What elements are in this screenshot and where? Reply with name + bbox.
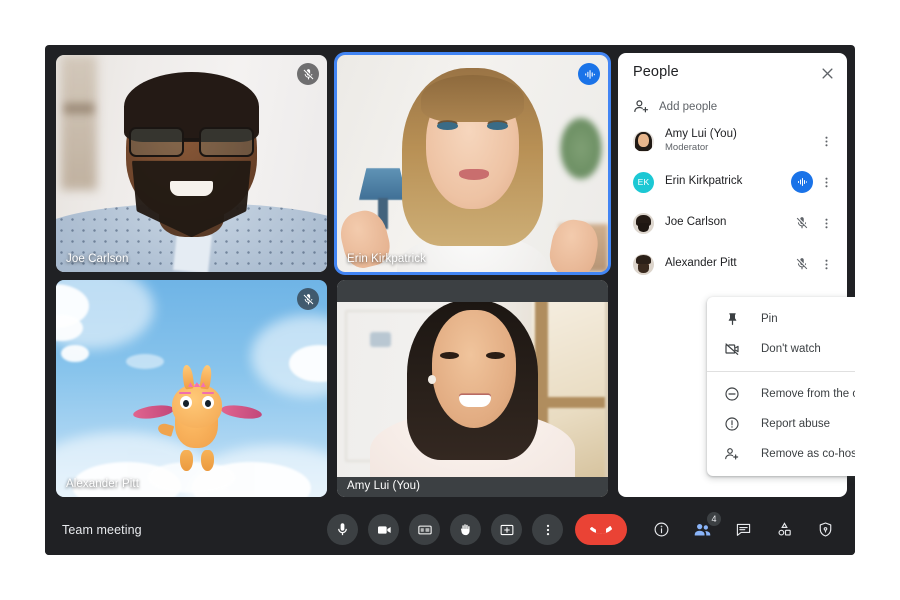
raise-hand-button[interactable] (450, 514, 481, 545)
participant-context-menu: Pin Don't watch Remove from the call (707, 297, 855, 476)
people-button[interactable]: 4 (692, 512, 721, 539)
person-name: Amy Lui (You) (665, 128, 737, 141)
menu-divider (707, 371, 855, 372)
tile-name-label: Erin Kirkpatrick (347, 253, 426, 265)
list-item[interactable]: Amy Lui (You) Moderator (618, 126, 847, 156)
video-off-icon (721, 338, 743, 360)
avatar (633, 253, 654, 275)
menu-item-label: Don't watch (761, 343, 821, 355)
meeting-details-button[interactable] (651, 519, 671, 539)
page-title: People (633, 64, 679, 80)
video-tile-grid: Joe Carlson Erin Kirkpatrick Alexander P… (45, 45, 618, 505)
person-name: Alexander Pitt (665, 257, 737, 270)
menu-item-report-abuse[interactable]: Report abuse (707, 409, 855, 439)
end-call-button[interactable] (575, 514, 627, 545)
video-tile-amy-lui[interactable]: Amy Lui (You) (337, 280, 608, 497)
more-vert-icon[interactable] (817, 212, 835, 234)
person-role: Moderator (665, 141, 709, 153)
list-item[interactable]: Alexander Pitt (618, 249, 847, 279)
video-feed-erin-kirkpatrick (337, 55, 608, 272)
microphone-button[interactable] (327, 514, 358, 545)
menu-item-dont-watch[interactable]: Don't watch (707, 334, 855, 364)
person-status-slot (791, 130, 813, 152)
people-count-badge: 4 (707, 512, 721, 526)
menu-item-pin[interactable]: Pin (707, 304, 855, 334)
menu-item-remove-from-call[interactable]: Remove from the call (707, 379, 855, 409)
activities-button[interactable] (774, 519, 794, 539)
avatar (633, 212, 654, 234)
remove-circle-icon (721, 383, 743, 405)
person-name: Erin Kirkpatrick (665, 175, 743, 188)
add-people-button[interactable]: Add people (633, 98, 717, 115)
menu-item-remove-as-cohost[interactable]: Remove as co-host (707, 439, 855, 469)
meeting-name-label: Team meeting (62, 523, 142, 537)
mic-off-icon (297, 63, 319, 85)
host-controls-button[interactable] (815, 519, 835, 539)
people-panel-header: People (618, 53, 847, 93)
more-vert-icon[interactable] (817, 171, 835, 193)
video-tile-joe-carlson[interactable]: Joe Carlson (56, 55, 327, 272)
audio-active-icon (791, 171, 813, 193)
center-controls (327, 514, 627, 545)
menu-item-label: Report abuse (761, 418, 831, 430)
captions-button[interactable] (409, 514, 440, 545)
people-list: Amy Lui (You) Moderator EK Erin Kirkpatr… (618, 126, 847, 290)
tile-name-label: Joe Carlson (66, 253, 129, 265)
bottom-toolbar: Team meeting 4 (45, 505, 855, 555)
person-info: Erin Kirkpatrick (665, 175, 791, 188)
list-item[interactable]: Joe Carlson (618, 208, 847, 238)
tile-name-label: Amy Lui (You) (347, 480, 421, 492)
camera-button[interactable] (368, 514, 399, 545)
add-people-label: Add people (659, 100, 718, 113)
mic-off-icon (791, 253, 813, 275)
right-controls: 4 (651, 512, 835, 539)
menu-item-label: Remove from the call (761, 388, 855, 400)
report-icon (721, 413, 743, 435)
close-icon[interactable] (817, 63, 837, 83)
person-info: Joe Carlson (665, 216, 791, 229)
pin-icon (721, 308, 743, 330)
video-feed-joe-carlson (56, 55, 327, 272)
mic-off-icon (297, 288, 319, 310)
person-info: Alexander Pitt (665, 257, 791, 270)
person-add-icon (633, 98, 650, 115)
menu-item-label: Pin (761, 313, 778, 325)
menu-item-label: Remove as co-host (761, 448, 855, 460)
video-feed-amy-lui (337, 280, 608, 497)
letterbox-bar-top (337, 280, 608, 302)
person-info: Amy Lui (You) Moderator (665, 128, 791, 153)
more-options-button[interactable] (532, 514, 563, 545)
animated-avatar-alexander-pitt (56, 280, 327, 497)
person-remove-icon (721, 443, 743, 465)
audio-active-icon (578, 63, 600, 85)
more-vert-icon[interactable] (817, 253, 835, 275)
avatar (633, 130, 654, 152)
tile-name-label: Alexander Pitt (66, 478, 139, 490)
avatar-initials: EK (637, 177, 650, 187)
present-screen-button[interactable] (491, 514, 522, 545)
more-vert-icon[interactable] (817, 130, 835, 152)
meet-app-window: Joe Carlson Erin Kirkpatrick Alexander P… (45, 45, 855, 555)
video-tile-erin-kirkpatrick[interactable]: Erin Kirkpatrick (337, 55, 608, 272)
person-name: Joe Carlson (665, 216, 727, 229)
chat-button[interactable] (733, 519, 753, 539)
avatar: EK (633, 171, 654, 193)
video-tile-alexander-pitt[interactable]: Alexander Pitt (56, 280, 327, 497)
mic-off-icon (791, 212, 813, 234)
list-item[interactable]: EK Erin Kirkpatrick (618, 167, 847, 197)
